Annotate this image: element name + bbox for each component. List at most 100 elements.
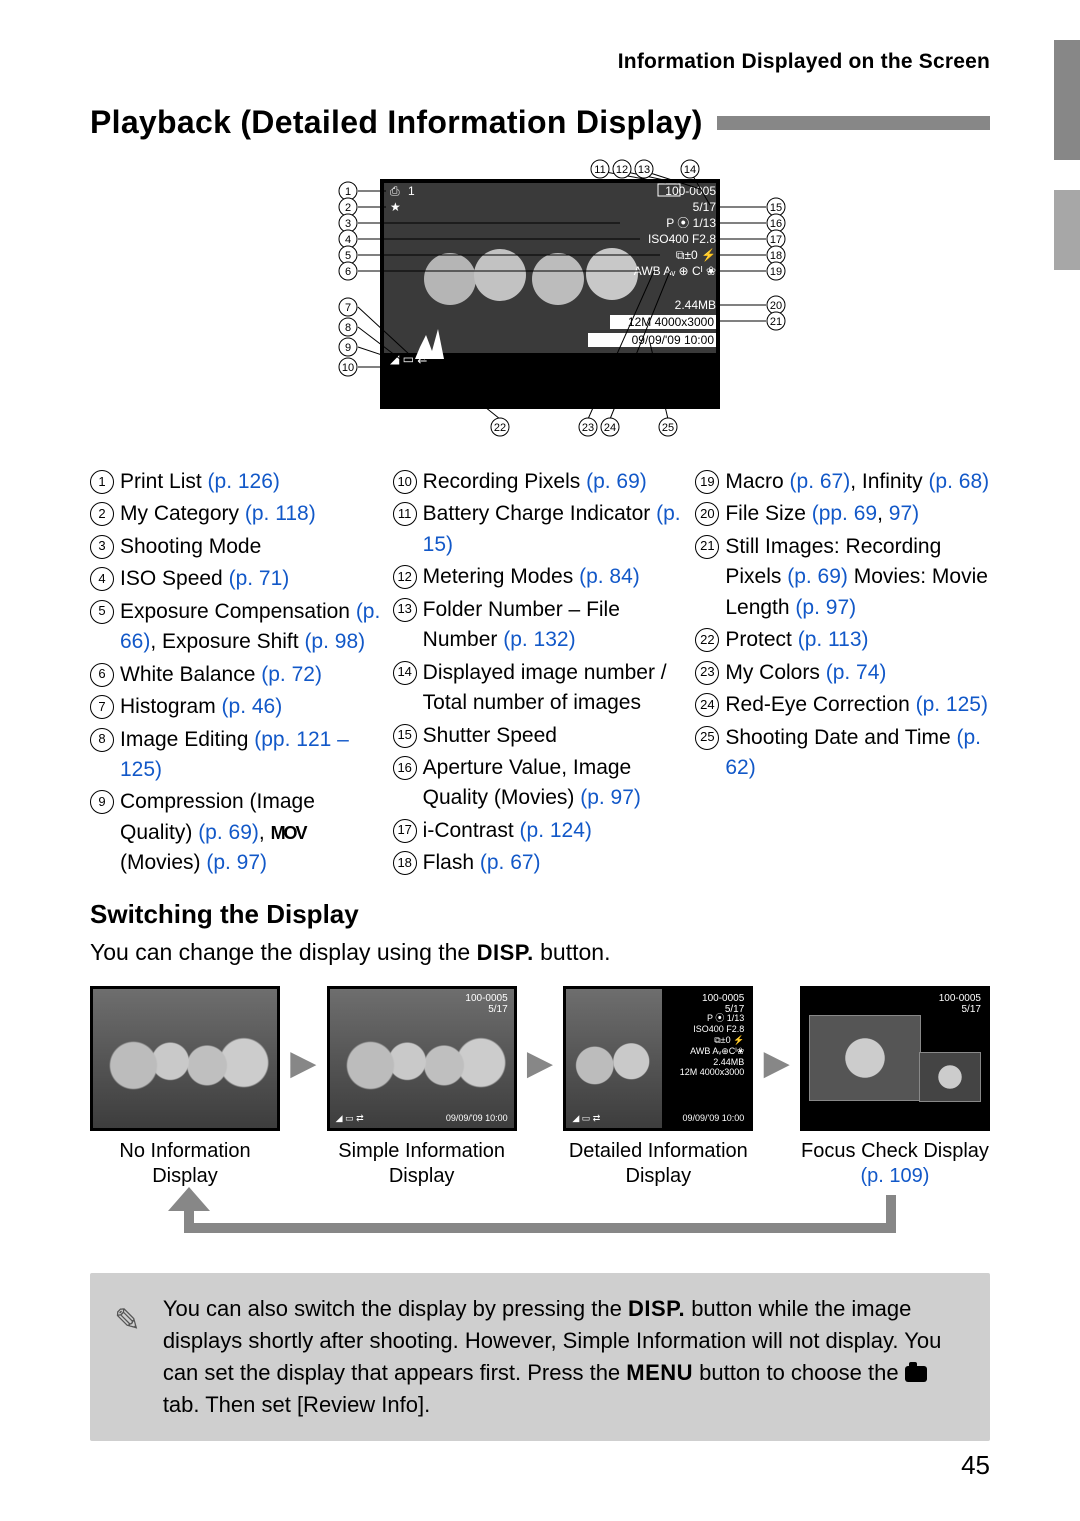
cycle-arrow bbox=[90, 1195, 990, 1245]
legend-item: 17i-Contrast (p. 124) bbox=[393, 816, 688, 846]
legend-number: 17 bbox=[393, 819, 417, 843]
svg-text:9: 9 bbox=[345, 342, 351, 354]
page-number: 45 bbox=[961, 1450, 990, 1481]
legend-number: 11 bbox=[393, 502, 417, 526]
thumb-label: Focus Check Display bbox=[800, 1139, 990, 1164]
page-ref-link[interactable]: (p. 68) bbox=[928, 470, 989, 493]
legend-number: 13 bbox=[393, 598, 417, 622]
legend-item: 13Folder Number – File Number (p. 132) bbox=[393, 595, 688, 656]
legend-number: 22 bbox=[695, 628, 719, 652]
page-ref-link[interactable]: (p. 97) bbox=[206, 851, 267, 874]
page-ref-link[interactable]: (p. 69) bbox=[586, 470, 647, 493]
svg-text:5: 5 bbox=[345, 250, 351, 262]
svg-text:23: 23 bbox=[582, 422, 594, 434]
legend-text: Recording Pixels (p. 69) bbox=[423, 467, 688, 497]
legend-text: i-Contrast (p. 124) bbox=[423, 816, 688, 846]
thumb-image: 100-00055/17◢ ▭ ⇄09/09/'09 10:00 bbox=[327, 986, 517, 1131]
legend-number: 24 bbox=[695, 693, 719, 717]
svg-text:★: ★ bbox=[390, 200, 401, 214]
legend-text: Exposure Compensation (p. 66), Exposure … bbox=[120, 597, 385, 658]
page-ref-link[interactable]: (p. 98) bbox=[304, 630, 365, 653]
legend-number: 5 bbox=[90, 600, 114, 624]
legend-item: 11Battery Charge Indicator (p. 15) bbox=[393, 499, 688, 560]
legend-item: 24Red-Eye Correction (p. 125) bbox=[695, 690, 990, 720]
svg-text:1: 1 bbox=[408, 184, 415, 198]
legend-text: Image Editing (pp. 121 – 125) bbox=[120, 725, 385, 786]
thumb-image: 100-00055/17 bbox=[800, 986, 990, 1131]
page-ref-link[interactable]: (p. 124) bbox=[520, 819, 592, 842]
page-ref-link[interactable]: (p. 97) bbox=[795, 596, 856, 619]
page-ref-link[interactable]: (pp. 121 – 125) bbox=[120, 728, 349, 781]
page-ref-link[interactable]: (p. 97) bbox=[580, 786, 641, 809]
pencil-icon: ✎ bbox=[114, 1297, 141, 1343]
legend-text: Displayed image number / Total number of… bbox=[423, 658, 688, 719]
page-ref-link[interactable]: (p. 15) bbox=[423, 502, 681, 555]
display-mode-thumb: 100-00055/17P ⦿ 1/13ISO400 F2.8⧉±0 ⚡AWB … bbox=[563, 986, 753, 1189]
svg-text:10: 10 bbox=[342, 362, 354, 374]
thumb-label: Simple Information Display bbox=[327, 1139, 517, 1189]
page-ref-link[interactable]: (p. 71) bbox=[229, 567, 290, 590]
legend-number: 25 bbox=[695, 726, 719, 750]
legend-text: Folder Number – File Number (p. 132) bbox=[423, 595, 688, 656]
page-ref-link[interactable]: (p. 118) bbox=[245, 502, 316, 525]
legend-item: 6White Balance (p. 72) bbox=[90, 660, 385, 690]
page-ref-link[interactable]: (p. 113) bbox=[798, 628, 869, 651]
legend-item: 2My Category (p. 118) bbox=[90, 499, 385, 529]
page-ref-link[interactable]: (p. 67) bbox=[480, 851, 541, 874]
svg-text:17: 17 bbox=[770, 234, 782, 246]
display-mode-thumb: 100-00055/17◢ ▭ ⇄09/09/'09 10:00 Simple I… bbox=[327, 986, 517, 1189]
svg-text:AWB Aᵥ ⊕ Cᴵ ❀: AWB Aᵥ ⊕ Cᴵ ❀ bbox=[634, 264, 716, 278]
legend-number: 15 bbox=[393, 724, 417, 748]
svg-text:20: 20 bbox=[770, 300, 782, 312]
page-ref-link[interactable]: (p. 74) bbox=[826, 661, 887, 684]
legend-item: 19Macro (p. 67), Infinity (p. 68) bbox=[695, 467, 990, 497]
page-ref-link[interactable]: (p. 125) bbox=[916, 693, 988, 716]
section-tab-secondary bbox=[1054, 190, 1080, 270]
page-ref-link[interactable]: (p. 72) bbox=[261, 663, 322, 686]
legend-item: 25Shooting Date and Time (p. 62) bbox=[695, 723, 990, 784]
page-ref-link[interactable]: (p. 126) bbox=[208, 470, 280, 493]
display-mode-thumb: No Information Display bbox=[90, 986, 280, 1189]
svg-text:18: 18 bbox=[770, 250, 782, 262]
page-ref-link[interactable]: (pp. 69 bbox=[812, 502, 877, 525]
legend-item: 3Shooting Mode bbox=[90, 532, 385, 562]
page-ref-link[interactable]: (p. 69) bbox=[198, 821, 259, 844]
legend-number: 14 bbox=[393, 661, 417, 685]
legend-number: 18 bbox=[393, 851, 417, 875]
thumb-image bbox=[90, 986, 280, 1131]
page-ref-link[interactable]: (p. 69) bbox=[787, 565, 848, 588]
legend-item: 15Shutter Speed bbox=[393, 721, 688, 751]
svg-text:24: 24 bbox=[604, 422, 616, 434]
page-ref-link[interactable]: (p. 84) bbox=[579, 565, 640, 588]
legend-number: 2 bbox=[90, 502, 114, 526]
running-head: Information Displayed on the Screen bbox=[90, 50, 990, 74]
legend-item: 16Aperture Value, Image Quality (Movies)… bbox=[393, 753, 688, 814]
legend-item: 20File Size (pp. 69, 97) bbox=[695, 499, 990, 529]
page-ref-link[interactable]: (p. 46) bbox=[222, 695, 283, 718]
page-ref-link[interactable]: 97) bbox=[889, 502, 919, 525]
page-ref-link[interactable]: (p. 132) bbox=[503, 628, 575, 651]
svg-text:7: 7 bbox=[345, 302, 351, 314]
legend-number: 10 bbox=[393, 470, 417, 494]
legend-item: 4ISO Speed (p. 71) bbox=[90, 564, 385, 594]
legend-item: 9Compression (Image Quality) (p. 69), MO… bbox=[90, 787, 385, 878]
legend-number: 7 bbox=[90, 695, 114, 719]
legend-number: 12 bbox=[393, 565, 417, 589]
legend-text: Macro (p. 67), Infinity (p. 68) bbox=[725, 467, 990, 497]
thumb-image: 100-00055/17P ⦿ 1/13ISO400 F2.8⧉±0 ⚡AWB … bbox=[563, 986, 753, 1131]
legend-text: Protect (p. 113) bbox=[725, 625, 990, 655]
svg-text:22: 22 bbox=[494, 422, 506, 434]
page-ref-link[interactable]: (p. 62) bbox=[725, 726, 981, 779]
svg-text:25: 25 bbox=[662, 422, 674, 434]
legend-item: 12Metering Modes (p. 84) bbox=[393, 562, 688, 592]
page-ref-link[interactable]: (p. 109) bbox=[861, 1165, 930, 1187]
svg-text:4: 4 bbox=[345, 234, 351, 246]
thumb-label: No Information Display bbox=[90, 1139, 280, 1189]
legend-item: 14Displayed image number / Total number … bbox=[393, 658, 688, 719]
legend-text: Shooting Mode bbox=[120, 532, 385, 562]
camera-icon bbox=[905, 1366, 927, 1382]
page-ref-link[interactable]: (p. 67) bbox=[790, 470, 851, 493]
svg-text:12M 4000x3000: 12M 4000x3000 bbox=[628, 315, 714, 329]
legend-text: File Size (pp. 69, 97) bbox=[725, 499, 990, 529]
svg-text:14: 14 bbox=[684, 164, 696, 176]
